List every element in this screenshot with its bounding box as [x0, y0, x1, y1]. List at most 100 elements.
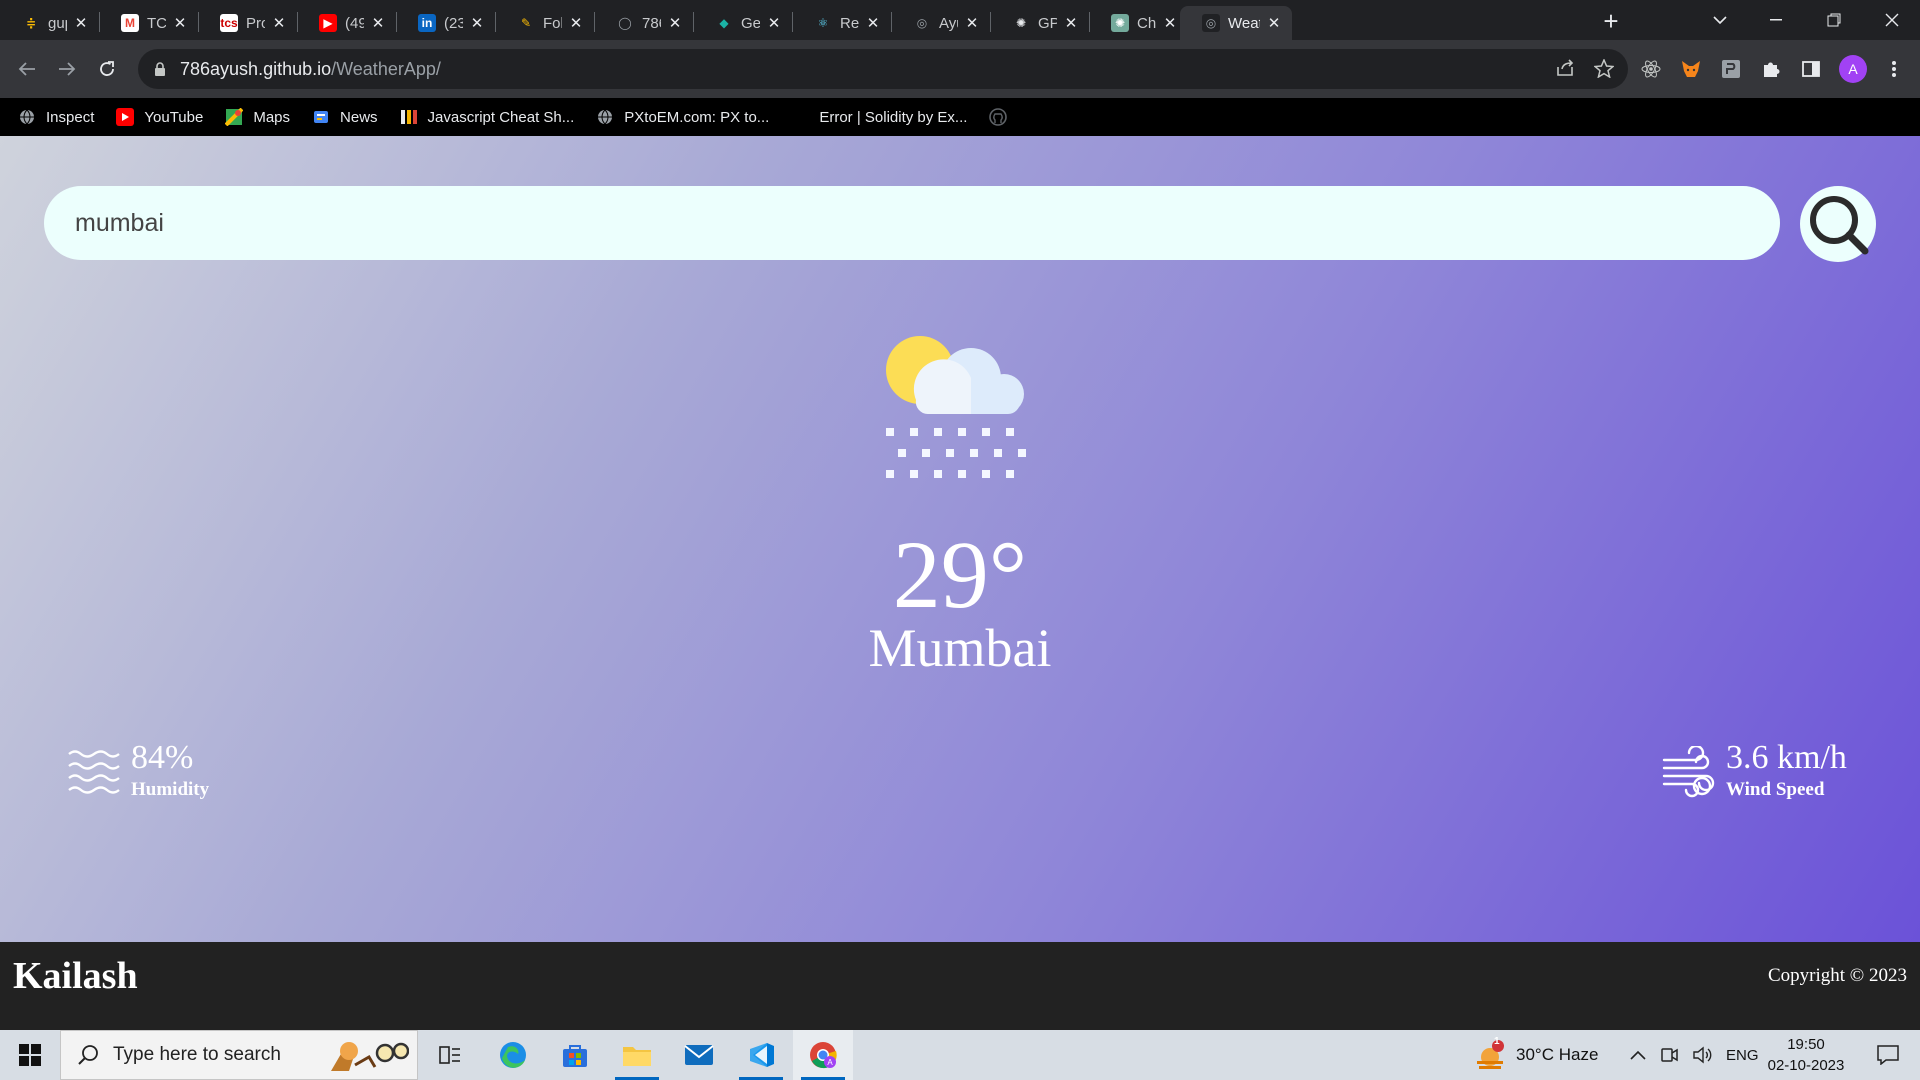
windows-logo-icon — [19, 1044, 41, 1066]
taskbar-store[interactable] — [545, 1030, 605, 1080]
taskbar-vscode[interactable] — [731, 1030, 791, 1080]
close-tab-icon[interactable]: ✕ — [73, 15, 89, 32]
browser-tab[interactable]: ✺ GPT- ✕ — [990, 6, 1089, 40]
globe-icon: ◎ — [1202, 14, 1220, 32]
bookmark-youtube[interactable]: YouTube — [116, 108, 203, 126]
taskbar-edge[interactable] — [483, 1030, 543, 1080]
humidity-waves-icon — [68, 750, 120, 794]
metamask-extension-icon[interactable] — [1678, 56, 1704, 82]
browser-tab[interactable]: ✎ Follo ✕ — [495, 6, 594, 40]
volume-icon[interactable] — [1692, 1046, 1712, 1064]
browser-tab[interactable]: ◯ 786A ✕ — [594, 6, 693, 40]
search-icon — [1810, 196, 1869, 255]
notification-center-button[interactable] — [1866, 1030, 1910, 1080]
globe-icon — [596, 108, 614, 126]
browser-toolbar: 786ayush.github.io/WeatherApp/ A — [0, 40, 1920, 98]
close-tab-icon[interactable]: ✕ — [370, 15, 386, 32]
taskbar-search-box[interactable]: Type here to search — [60, 1030, 418, 1080]
chevron-up-icon[interactable] — [1630, 1050, 1646, 1060]
bookmark-github[interactable] — [989, 108, 1017, 126]
restore-button[interactable] — [1806, 0, 1862, 40]
browser-tab[interactable]: ◎ Ayusl ✕ — [891, 6, 990, 40]
bookmark-pxtoem[interactable]: PXtoEM.com: PX to... — [596, 108, 769, 126]
close-tab-icon[interactable]: ✕ — [1063, 15, 1079, 32]
profile-avatar[interactable]: A — [1839, 55, 1867, 83]
share-icon[interactable] — [1556, 59, 1576, 83]
clock-time: 19:50 — [1787, 1036, 1825, 1053]
browser-tab[interactable]: ◆ Gene ✕ — [693, 6, 792, 40]
browser-tab[interactable]: ✺ Chat(✕ — [1089, 6, 1188, 40]
chevron-down-icon — [1713, 15, 1727, 24]
new-tab-button[interactable]: + — [1596, 6, 1626, 36]
github-icon: ◯ — [616, 14, 634, 32]
browser-tab[interactable]: M TCS N ✕ — [99, 6, 198, 40]
tab-separator — [594, 12, 595, 32]
browser-tab[interactable]: ≑ gupta ✕ — [0, 6, 99, 40]
bookmark-javascript-cheat-sheet[interactable]: Javascript Cheat Sh... — [400, 108, 574, 126]
back-arrow-icon — [18, 62, 35, 76]
taskbar-file-explorer[interactable] — [607, 1030, 667, 1080]
url-text: 786ayush.github.io/WeatherApp/ — [180, 58, 441, 79]
bookmark-news[interactable]: News — [312, 108, 378, 126]
task-view-button[interactable] — [420, 1030, 480, 1080]
minimize-button[interactable] — [1748, 0, 1804, 40]
tab-title: gupta — [48, 14, 67, 32]
browser-tab[interactable]: in (23) F ✕ — [396, 6, 495, 40]
close-tab-icon[interactable]: ✕ — [964, 15, 980, 32]
tab-title: Profil — [246, 14, 265, 32]
reload-button[interactable] — [90, 52, 124, 86]
reader-extension-icon[interactable] — [1718, 56, 1744, 82]
city-name: Mumbai — [868, 618, 1052, 678]
lock-icon[interactable] — [152, 61, 168, 77]
city-search-input[interactable] — [44, 186, 1780, 260]
humidity-value: 84% — [131, 739, 194, 776]
bookmark-inspect[interactable]: Inspect — [18, 108, 94, 126]
taskbar-mail[interactable] — [669, 1030, 729, 1080]
github-icon — [989, 108, 1008, 126]
bookmark-star-icon[interactable] — [1593, 58, 1615, 83]
close-tab-icon[interactable]: ✕ — [271, 15, 287, 32]
close-tab-icon[interactable]: ✕ — [766, 15, 782, 32]
react-devtools-extension-icon[interactable] — [1638, 56, 1664, 82]
browser-tab[interactable]: ▶ (498) ✕ — [297, 6, 396, 40]
haze-weather-icon — [1477, 1040, 1504, 1069]
weather-app: 29° Mumbai 84% Humidity 3.6 km/h Wind Sp… — [0, 136, 1920, 942]
close-tab-icon[interactable]: ✕ — [172, 15, 188, 32]
bookmark-solidity[interactable]: Error | Solidity by Ex... — [791, 108, 967, 126]
browser-tab[interactable]: ◎ Weat ✕ — [1180, 6, 1292, 40]
taskbar-weather-widget[interactable]: 1 30°C Haze — [1474, 1030, 1598, 1080]
browser-tab[interactable]: ⚛ React ✕ — [792, 6, 891, 40]
solidity-icon — [791, 108, 809, 126]
tab-title: Chat( — [1137, 14, 1156, 32]
diamond-icon: ◆ — [715, 14, 733, 32]
close-window-button[interactable] — [1864, 0, 1920, 40]
back-button[interactable] — [10, 52, 44, 86]
language-indicator[interactable]: ENG — [1726, 1047, 1759, 1064]
search-button[interactable] — [1800, 186, 1876, 262]
address-bar[interactable]: 786ayush.github.io/WeatherApp/ — [138, 49, 1628, 89]
close-tab-icon[interactable]: ✕ — [568, 15, 584, 32]
bookmark-maps[interactable]: Maps — [225, 108, 290, 126]
close-tab-icon[interactable]: ✕ — [667, 15, 683, 32]
forward-button[interactable] — [50, 52, 84, 86]
start-button[interactable] — [0, 1030, 60, 1080]
browser-menu-button[interactable] — [1882, 54, 1906, 84]
humidity-label: Humidity — [131, 779, 210, 800]
store-icon — [563, 1045, 587, 1067]
close-tab-icon[interactable]: ✕ — [865, 15, 881, 32]
close-tab-icon[interactable]: ✕ — [469, 15, 485, 32]
close-tab-icon[interactable]: ✕ — [1266, 15, 1282, 32]
react-icon: ⚛ — [814, 14, 832, 32]
close-tab-icon[interactable]: ✕ — [1162, 15, 1178, 32]
side-panel-icon[interactable] — [1798, 56, 1824, 82]
taskbar-chrome[interactable]: A — [793, 1030, 853, 1080]
extensions-puzzle-icon[interactable] — [1758, 56, 1784, 82]
taskbar-clock[interactable]: 19:50 02-10-2023 — [1764, 1030, 1848, 1080]
taskbar-weather-text: 30°C Haze — [1516, 1045, 1599, 1064]
edge-icon — [500, 1042, 526, 1068]
meet-now-icon[interactable] — [1660, 1046, 1678, 1064]
browser-tab[interactable]: tcs Profil ✕ — [198, 6, 297, 40]
close-icon — [1885, 13, 1899, 27]
tcs-icon: tcs — [220, 14, 238, 32]
tab-search-button[interactable] — [1692, 0, 1748, 40]
